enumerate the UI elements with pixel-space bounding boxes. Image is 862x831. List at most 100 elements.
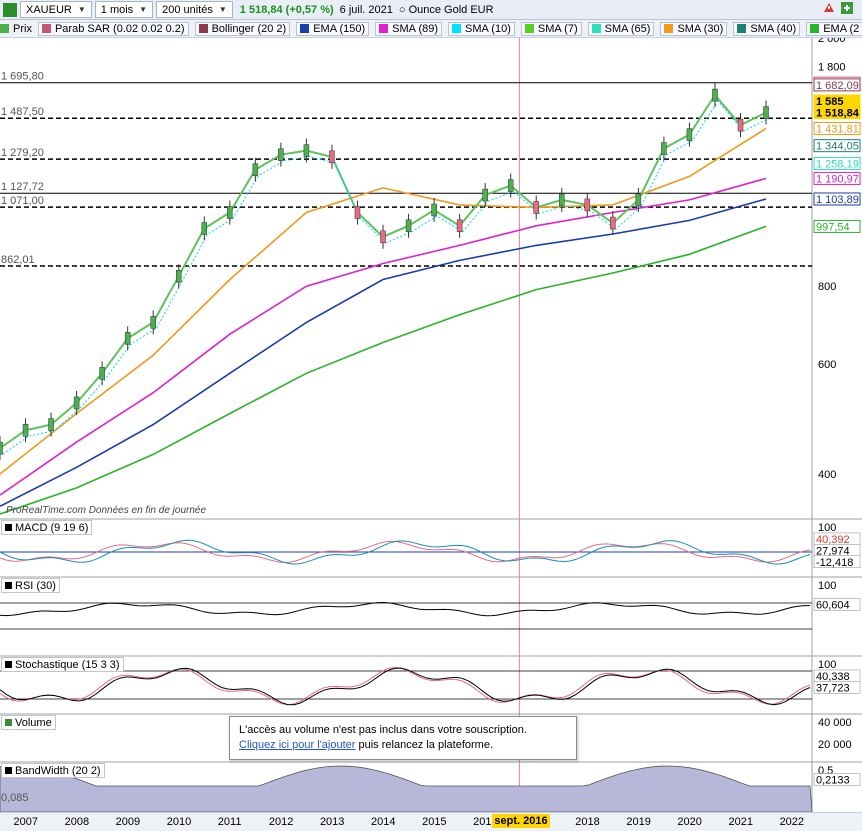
- legend-item[interactable]: SMA (65): [587, 21, 655, 36]
- symbol-selector[interactable]: XAUEUR ▼: [20, 1, 92, 18]
- candle-body: [99, 367, 105, 380]
- x-tick-label: 2008: [64, 816, 90, 828]
- legend-item[interactable]: Prix: [0, 23, 32, 35]
- cursor-date-label: sept. 2016: [492, 814, 550, 828]
- period-selector[interactable]: 1 mois ▼: [94, 1, 154, 18]
- panel-label-rsi[interactable]: RSI (30): [1, 578, 60, 593]
- price-line: [0, 93, 767, 450]
- legend-label: Prix: [13, 22, 32, 35]
- legend-label: Bollinger (20 2): [211, 22, 287, 35]
- legend-item[interactable]: SMA (10): [448, 21, 515, 36]
- legend-item[interactable]: SMA (89): [375, 21, 443, 36]
- candle-body: [763, 106, 769, 119]
- candle-body: [456, 219, 463, 233]
- legend-item[interactable]: Bollinger (20 2): [194, 21, 291, 36]
- value-tag-label: 1 518,84: [816, 108, 860, 120]
- candle-body: [533, 201, 539, 214]
- chevron-down-icon: ▼: [77, 5, 86, 14]
- candle-body: [354, 206, 361, 219]
- panel-label-bandwidth[interactable]: BandWidth (20 2): [1, 763, 105, 778]
- panel-color-icon: [5, 524, 12, 531]
- instrument-name: ○ Ounce Gold EUR: [398, 3, 494, 16]
- panel-title: Stochastique (15 3 3): [15, 658, 120, 671]
- units-label: 200 unités: [162, 3, 213, 16]
- panel-title: MACD (9 19 6): [15, 521, 89, 534]
- legend-item[interactable]: EMA (150): [296, 21, 370, 36]
- y-tick-label: 100: [818, 659, 836, 671]
- candle-body: [431, 203, 437, 217]
- x-tick-label: 2007: [13, 816, 39, 828]
- candle-body: [0, 441, 3, 455]
- legend-swatch-icon: [41, 24, 51, 33]
- add-indicator-icon[interactable]: [840, 1, 854, 15]
- level-label: 1 071,00: [1, 195, 44, 207]
- candlestick-icon[interactable]: [3, 2, 17, 17]
- candle-body: [124, 332, 131, 345]
- y-tick-label: 40 000: [818, 717, 852, 729]
- value-tag-label: 1 682,09: [816, 80, 859, 92]
- indicator-legend: Prix Parab SAR (0.02 0.02 0.2) Bollinger (…: [0, 20, 862, 38]
- instrument-label: Ounce Gold EUR: [408, 3, 494, 16]
- x-tick-label: 2019: [626, 816, 651, 828]
- value-tag-label: 0,2133: [816, 775, 850, 787]
- candle-body: [737, 118, 744, 132]
- x-tick-label: 2010: [166, 816, 192, 828]
- panel-title: Volume: [15, 716, 52, 729]
- panel-color-icon: [5, 719, 12, 726]
- legend-swatch-icon: [379, 24, 389, 33]
- volume-notice: L'accès au volume n'est pas inclus dans …: [229, 716, 577, 760]
- legend-label: SMA (65): [604, 22, 651, 35]
- panel-color-icon: [5, 661, 12, 668]
- notice-tail: puis relancez la plateforme.: [355, 739, 494, 751]
- x-tick-label: 2009: [115, 816, 141, 828]
- value-tag-label: -12,418: [816, 557, 853, 569]
- level-label: 1 695,80: [1, 71, 44, 83]
- y-tick-label: 100: [818, 522, 836, 534]
- legend-swatch-icon: [810, 24, 820, 33]
- legend-item[interactable]: SMA (7): [520, 21, 582, 36]
- y-tick-label: 800: [818, 281, 836, 293]
- candle-body: [507, 179, 514, 192]
- candle-body: [712, 88, 718, 102]
- x-tick-label: 2021: [728, 816, 753, 828]
- candle-body: [405, 219, 412, 233]
- candle-body: [559, 193, 565, 207]
- panel-label-volume[interactable]: Volume: [1, 715, 56, 730]
- value-tag-label: 1 431,81: [816, 124, 859, 136]
- legend-swatch-icon: [591, 24, 601, 33]
- legend-swatch-icon: [524, 24, 534, 33]
- x-tick-label: 2011: [217, 816, 242, 828]
- notice-text: L'accès au volume n'est pas inclus dans …: [239, 724, 527, 736]
- y-tick-label: 2 000: [818, 38, 846, 45]
- toolbar: XAUEUR ▼ 1 mois ▼ 200 unités ▼ 1 518,84 …: [0, 0, 862, 20]
- legend-item[interactable]: SMA (40): [733, 21, 801, 36]
- candle-body: [686, 128, 693, 141]
- moving-average-line: [0, 127, 767, 475]
- legend-swatch-icon: [198, 24, 208, 33]
- quote-date: 6 juil. 2021: [339, 3, 393, 16]
- symbol-label: XAUEUR: [26, 3, 72, 16]
- candle-body: [380, 230, 386, 244]
- alert-icon[interactable]: [822, 1, 836, 15]
- value-tag-label: 1 103,89: [816, 194, 859, 206]
- legend-item[interactable]: SMA (30): [660, 21, 728, 36]
- candle-body: [150, 316, 156, 329]
- sma-fast-line: [2, 100, 770, 455]
- panel-label-stoch[interactable]: Stochastique (15 3 3): [1, 657, 124, 672]
- units-selector[interactable]: 200 unités ▼: [156, 1, 233, 18]
- candle-body: [227, 206, 233, 219]
- legend-label: SMA (30): [677, 22, 724, 35]
- legend-item[interactable]: Parab SAR (0.02 0.02 0.2): [37, 21, 189, 36]
- panel-label-macd[interactable]: MACD (9 19 6): [1, 520, 93, 535]
- panel-title: RSI (30): [15, 579, 56, 592]
- x-tick-label: 2020: [677, 816, 702, 828]
- legend-item[interactable]: EMA (2: [806, 21, 862, 36]
- add-volume-link[interactable]: Cliquez ici pour l'ajouter: [239, 739, 355, 751]
- legend-label: EMA (150): [313, 22, 366, 35]
- rsi-line: [0, 601, 810, 617]
- x-tick-label: 2015: [422, 816, 447, 828]
- value-tag-label: 60,604: [816, 599, 850, 611]
- level-label: 1 279,20: [1, 147, 44, 159]
- legend-swatch-icon: [452, 24, 462, 33]
- y-tick-label: 20 000: [818, 739, 852, 751]
